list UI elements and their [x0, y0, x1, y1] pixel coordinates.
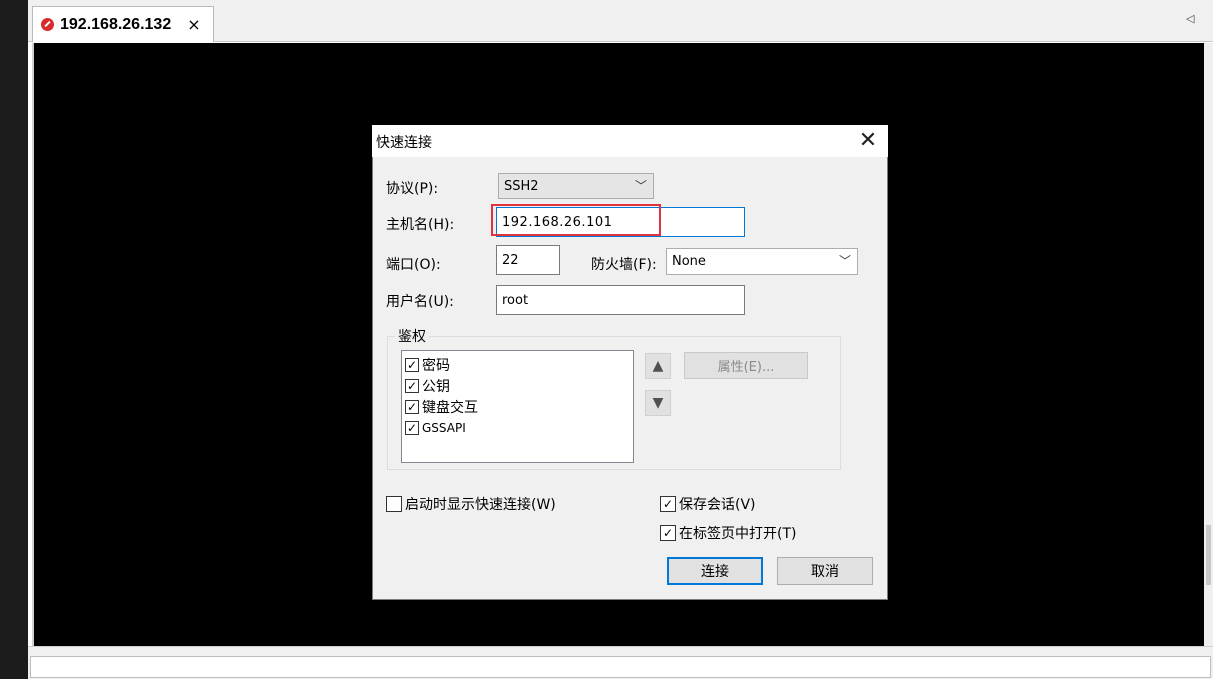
scrollbar-thumb[interactable] — [1206, 525, 1211, 585]
auth-item-label: 密码 — [422, 357, 450, 374]
move-up-button[interactable]: ▲ — [645, 353, 671, 379]
checkbox-checked-icon[interactable]: ✓ — [660, 496, 676, 512]
firewall-select[interactable]: None ﹀ — [666, 248, 858, 275]
dialog-title: 快速连接 — [376, 135, 432, 151]
dialog-titlebar — [372, 125, 888, 157]
username-input[interactable]: root — [496, 285, 745, 315]
left-panel-strip — [0, 0, 28, 679]
save-session-label: 保存会话(V) — [679, 497, 756, 513]
checkbox-checked-icon[interactable]: ✓ — [660, 525, 676, 541]
auth-item-label: GSSAPI — [422, 420, 466, 435]
tab-title: 192.168.26.132 — [60, 15, 172, 33]
firewall-label: 防火墙(F): — [591, 257, 657, 273]
properties-button[interactable]: 属性(E)... — [684, 352, 808, 379]
port-value: 22 — [502, 252, 519, 268]
checkbox-checked-icon[interactable]: ✓ — [405, 420, 419, 435]
command-input[interactable] — [30, 656, 1211, 678]
show-on-startup-option[interactable]: 启动时显示快速连接(W) — [386, 494, 556, 514]
auth-item-label: 公钥 — [422, 378, 450, 395]
auth-method-list[interactable]: ✓ 密码 ✓ 公钥 ✓ 键盘交互 ✓ GSSAPI — [401, 350, 634, 463]
list-item[interactable]: ✓ GSSAPI — [405, 417, 466, 438]
chevron-down-icon: ﹀ — [634, 179, 647, 193]
auth-group-label: 鉴权 — [395, 326, 429, 346]
arrow-up-icon: ▲ — [652, 358, 664, 374]
highlight-annotation — [491, 204, 661, 236]
protocol-value: SSH2 — [504, 178, 539, 194]
protocol-select[interactable]: SSH2 ﹀ — [498, 173, 654, 199]
firewall-value: None — [672, 254, 706, 269]
close-icon[interactable]: ✕ — [855, 128, 881, 154]
port-label: 端口(O): — [386, 257, 441, 273]
tab-session[interactable]: 192.168.26.132 × — [32, 6, 214, 42]
list-item[interactable]: ✓ 键盘交互 — [405, 396, 478, 417]
arrow-down-icon: ▼ — [652, 395, 664, 411]
show-on-startup-label: 启动时显示快速连接(W) — [405, 497, 556, 513]
list-item[interactable]: ✓ 公钥 — [405, 375, 450, 396]
save-session-option[interactable]: ✓ 保存会话(V) — [660, 494, 756, 514]
cancel-button[interactable]: 取消 — [777, 557, 873, 585]
open-in-tab-label: 在标签页中打开(T) — [679, 526, 797, 542]
username-value: root — [502, 292, 529, 308]
open-in-tab-option[interactable]: ✓ 在标签页中打开(T) — [660, 523, 796, 543]
port-input[interactable]: 22 — [496, 245, 560, 275]
checkbox-checked-icon[interactable]: ✓ — [405, 357, 419, 372]
checkbox-checked-icon[interactable]: ✓ — [405, 378, 419, 393]
hostname-label: 主机名(H): — [386, 217, 455, 233]
checkbox-checked-icon[interactable]: ✓ — [405, 399, 419, 414]
auth-item-label: 键盘交互 — [422, 399, 478, 416]
username-label: 用户名(U): — [386, 294, 454, 310]
connect-button[interactable]: 连接 — [667, 557, 763, 585]
session-icon — [41, 18, 54, 31]
scroll-left-icon[interactable]: ◁ — [1186, 12, 1194, 25]
close-icon[interactable]: × — [187, 16, 200, 33]
move-down-button[interactable]: ▼ — [645, 390, 671, 416]
protocol-label: 协议(P): — [386, 181, 439, 197]
list-item[interactable]: ✓ 密码 — [405, 354, 450, 375]
chevron-down-icon: ﹀ — [838, 254, 851, 268]
checkbox-unchecked-icon[interactable] — [386, 496, 402, 512]
